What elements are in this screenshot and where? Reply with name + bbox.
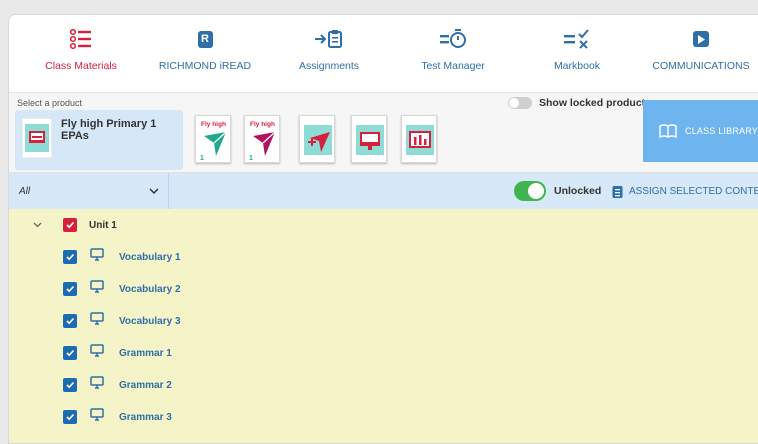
item-checkbox[interactable] — [63, 250, 77, 264]
r-badge-icon: R — [197, 30, 213, 48]
monitor-icon — [90, 408, 104, 426]
markbook-icon — [515, 27, 639, 51]
book-icon — [659, 124, 677, 138]
filter-dropdown[interactable]: All — [9, 173, 169, 209]
monitor-icon — [90, 248, 104, 266]
thumb-brand: Fly high — [201, 121, 226, 128]
product-thumbnail — [21, 117, 53, 159]
selected-product-name: Fly high Primary 1 EPAs — [61, 118, 157, 142]
thumb-brand: Fly high — [250, 121, 275, 128]
item-label[interactable]: Grammar 1 — [119, 348, 172, 359]
app-window: Class Materials R RICHMOND iREAD Assignm… — [8, 14, 758, 444]
item-label[interactable]: Grammar 2 — [119, 380, 172, 391]
filter-value: All — [19, 186, 31, 197]
nav-label: Class Materials — [45, 60, 117, 72]
class-library-button[interactable]: CLASS LIBRARY — [643, 100, 758, 162]
assign-clipboard-icon — [267, 27, 391, 51]
toggle-switch[interactable] — [508, 97, 532, 109]
product-thumb-fly-high-b[interactable]: Fly high 1 — [244, 115, 280, 163]
thumb-number: 1 — [200, 155, 204, 162]
item-label[interactable]: Vocabulary 3 — [119, 316, 181, 327]
list-icon — [19, 27, 143, 51]
item-checkbox[interactable] — [63, 282, 77, 296]
show-locked-label: Show locked products — [539, 97, 652, 109]
unit-checkbox[interactable] — [63, 218, 77, 232]
unit-label: Unit 1 — [89, 219, 117, 231]
play-badge-icon — [693, 31, 709, 47]
nav-markbook[interactable]: Markbook — [515, 27, 639, 72]
monitor-icon — [90, 344, 104, 362]
nav-test-manager[interactable]: Test Manager — [391, 27, 515, 72]
list-item[interactable]: Vocabulary 1 — [9, 241, 758, 273]
list-item[interactable]: Grammar 2 — [9, 369, 758, 401]
thumb-number: 1 — [249, 155, 253, 162]
nav-richmond-iread[interactable]: R RICHMOND iREAD — [143, 27, 267, 72]
item-label[interactable]: Vocabulary 1 — [119, 252, 181, 263]
item-checkbox[interactable] — [63, 346, 77, 360]
product-thumb-plus-plane[interactable] — [299, 115, 335, 163]
toggle-switch-on[interactable] — [514, 181, 546, 201]
assign-selected-label: ASSIGN SELECTED CONTENT — [629, 186, 758, 197]
show-locked-toggle[interactable]: Show locked products — [508, 97, 651, 109]
stopwatch-icon — [391, 27, 515, 51]
nav-label: Test Manager — [421, 60, 485, 72]
product-thumb-fly-high-a[interactable]: Fly high 1 — [195, 115, 231, 163]
monitor-icon — [90, 312, 104, 330]
assign-selected-button[interactable]: ASSIGN SELECTED CONTENT — [612, 185, 758, 198]
clipboard-icon — [612, 186, 623, 198]
unit-row[interactable]: Unit 1 — [9, 209, 758, 241]
nav-class-materials[interactable]: Class Materials — [19, 27, 143, 72]
item-label[interactable]: Grammar 3 — [119, 412, 172, 423]
select-product-label: Select a product — [17, 98, 83, 108]
list-item[interactable]: Vocabulary 2 — [9, 273, 758, 305]
selected-product[interactable]: Fly high Primary 1 EPAs — [15, 110, 183, 170]
monitor-icon — [90, 280, 104, 298]
item-checkbox[interactable] — [63, 314, 77, 328]
list-item[interactable]: Vocabulary 3 — [9, 305, 758, 337]
class-library-label: CLASS LIBRARY — [685, 126, 758, 136]
nav-communications[interactable]: COMMUNICATIONS — [639, 27, 758, 72]
nav-label: Markbook — [553, 60, 601, 72]
product-thumb-monitor[interactable] — [351, 115, 387, 163]
product-thumb-chart[interactable] — [401, 115, 437, 163]
nav-label: RICHMOND iREAD — [158, 60, 252, 72]
item-checkbox[interactable] — [63, 378, 77, 392]
chevron-down-icon[interactable] — [33, 216, 42, 234]
content-list: Unit 1 Vocabulary 1 Vocabulary 2 Vocabul… — [9, 209, 758, 443]
unlocked-toggle[interactable]: Unlocked — [514, 181, 601, 201]
list-item[interactable]: Grammar 3 — [9, 401, 758, 433]
item-checkbox[interactable] — [63, 410, 77, 424]
list-item[interactable]: Grammar 1 — [9, 337, 758, 369]
nav-label: Assignments — [298, 60, 360, 72]
filter-bar: All Unlocked ASSIGN SELECTED CONTENT — [9, 173, 758, 209]
item-label[interactable]: Vocabulary 2 — [119, 284, 181, 295]
monitor-icon — [90, 376, 104, 394]
nav-label: COMMUNICATIONS — [652, 60, 750, 72]
top-nav: Class Materials R RICHMOND iREAD Assignm… — [9, 15, 758, 93]
chevron-down-icon — [149, 183, 159, 201]
unlocked-label: Unlocked — [554, 185, 602, 197]
nav-assignments[interactable]: Assignments — [267, 27, 391, 72]
